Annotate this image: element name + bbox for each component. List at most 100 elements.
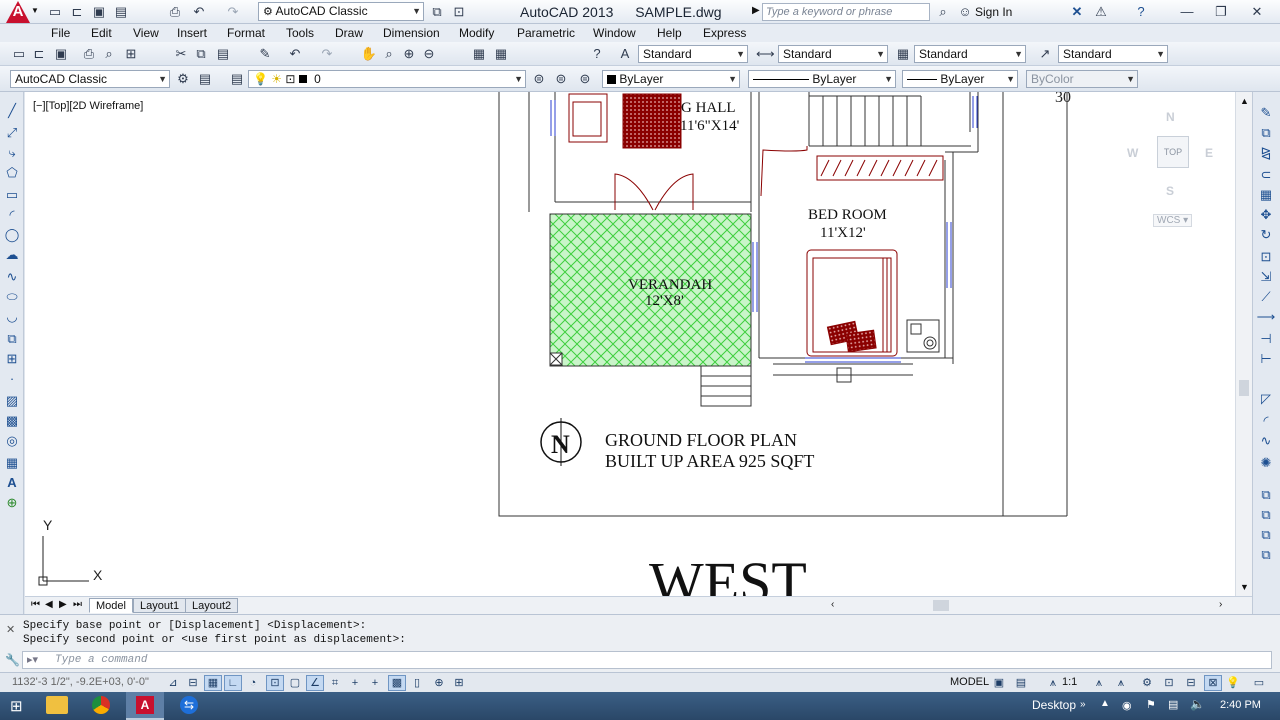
scroll-right-icon[interactable]: › xyxy=(1219,599,1222,610)
polygon-icon[interactable]: ⬠ xyxy=(2,164,22,182)
pan-icon[interactable]: ✋ xyxy=(360,45,378,63)
mtext-icon[interactable]: A xyxy=(2,474,22,492)
offset-icon[interactable]: ⊂ xyxy=(1256,166,1276,184)
polyline-icon[interactable]: ⤷ xyxy=(2,144,22,162)
minimize-icon[interactable]: — xyxy=(1178,3,1196,21)
menu-help[interactable]: Help xyxy=(657,26,682,40)
text-style-select[interactable]: Standard ▼ xyxy=(638,45,748,63)
menu-window[interactable]: Window xyxy=(593,26,636,40)
tray-flag-icon[interactable]: ⚑ xyxy=(1146,698,1156,711)
menu-format[interactable]: Format xyxy=(227,26,265,40)
zoom-realtime-icon[interactable]: ⌕ xyxy=(380,45,398,63)
trim-icon[interactable]: ⟋ xyxy=(1256,288,1276,306)
expand-arrow-icon[interactable]: ▶ xyxy=(752,5,760,16)
volume-icon[interactable]: 🔈 xyxy=(1190,697,1205,711)
clock-time[interactable]: 2:40 PM xyxy=(1220,699,1261,711)
plotstyle-select[interactable]: ByColor ▼ xyxy=(1026,70,1138,88)
connect-icon[interactable]: ⚠ xyxy=(1092,3,1110,21)
layer-manager-icon[interactable]: ▤ xyxy=(228,70,246,88)
vertical-scrollbar[interactable]: ▲ ▼ xyxy=(1235,92,1252,596)
point-icon[interactable]: · xyxy=(2,370,22,388)
table-style-select[interactable]: Standard ▼ xyxy=(914,45,1026,63)
tray-arrows-icon[interactable]: » xyxy=(1080,699,1086,710)
hatch-icon[interactable]: ▨ xyxy=(2,392,22,410)
layer-previous-icon[interactable]: ⊜ xyxy=(552,70,570,88)
chamfer-icon[interactable]: ◸ xyxy=(1256,390,1276,408)
blend-icon[interactable]: ∿ xyxy=(1256,432,1276,450)
tab-last-icon[interactable]: ⏭ xyxy=(73,599,82,610)
menu-dimension[interactable]: Dimension xyxy=(383,26,440,40)
chrome-icon[interactable] xyxy=(92,696,110,714)
scroll-down-icon[interactable]: ▼ xyxy=(1240,582,1249,592)
design-center-icon[interactable]: ▦ xyxy=(492,45,510,63)
explode-icon[interactable]: ✺ xyxy=(1256,454,1276,472)
construction-line-icon[interactable]: ⤢ xyxy=(2,124,22,142)
drawing-canvas[interactable]: [−][Top][2D Wireframe] 30 G HALL 11'6"X1… xyxy=(25,92,1235,596)
menu-modify[interactable]: Modify xyxy=(459,26,494,40)
zoom-window-icon[interactable]: ⊕ xyxy=(400,45,418,63)
3d-osnap-icon[interactable]: ▢ xyxy=(286,675,304,691)
customize-icon[interactable]: 🔧 xyxy=(5,653,20,667)
menu-view[interactable]: View xyxy=(133,26,159,40)
ortho-mode-icon[interactable]: ∟ xyxy=(224,675,242,691)
new-file-icon[interactable]: ▭ xyxy=(46,3,64,21)
horizontal-scrollbar[interactable]: ‹ › xyxy=(829,599,1229,612)
arc-icon[interactable]: ◜ xyxy=(2,206,22,224)
open-folder-icon[interactable]: ⊏ xyxy=(30,45,48,63)
match-properties-icon[interactable]: ✎ xyxy=(256,45,274,63)
region-icon[interactable]: ◎ xyxy=(2,432,22,450)
text-style-icon[interactable]: A xyxy=(616,45,634,63)
undo-icon[interactable]: ↶ xyxy=(190,3,208,21)
ellipse-icon[interactable]: ⬭ xyxy=(2,288,22,306)
tab-layout1[interactable]: Layout1 xyxy=(133,598,187,613)
workspace-select[interactable]: ⚙ AutoCAD Classic ▼ xyxy=(258,2,424,21)
model-space-button[interactable]: MODEL xyxy=(950,676,989,688)
object-snap-tracking-icon[interactable]: ∠ xyxy=(306,675,324,691)
cut-icon[interactable]: ✂ xyxy=(172,45,190,63)
share-icon[interactable]: ⧉ xyxy=(428,3,446,21)
compass-north[interactable]: N xyxy=(1166,110,1175,124)
insert-block-icon[interactable]: ⧉ xyxy=(2,330,22,348)
auto-scale-icon[interactable]: ⩚ xyxy=(1112,675,1130,691)
erase-icon[interactable]: ✎ xyxy=(1256,104,1276,122)
plot-icon[interactable]: ⊡ xyxy=(450,3,468,21)
mleader-style-select[interactable]: Standard ▼ xyxy=(1058,45,1168,63)
make-block-icon[interactable]: ⊞ xyxy=(2,350,22,368)
menu-insert[interactable]: Insert xyxy=(177,26,207,40)
app-menu-button[interactable]: A ▼ xyxy=(2,0,39,24)
array-icon[interactable]: ▦ xyxy=(1256,186,1276,204)
linetype-select[interactable]: ByLayer ▼ xyxy=(748,70,896,88)
publish-icon[interactable]: ⊞ xyxy=(122,45,140,63)
help-icon[interactable]: ? xyxy=(1132,3,1150,21)
restore-icon[interactable]: ❐ xyxy=(1212,3,1230,21)
scroll-thumb[interactable] xyxy=(1239,380,1249,396)
save-as-icon[interactable]: ▤ xyxy=(112,3,130,21)
workspace-switching-icon[interactable]: ⚙ xyxy=(1138,675,1156,691)
menu-express[interactable]: Express xyxy=(703,26,746,40)
object-snap-icon[interactable]: ⊡ xyxy=(266,675,284,691)
tray-up-icon[interactable]: ▲ xyxy=(1100,698,1110,709)
line-icon[interactable]: ╱ xyxy=(2,102,22,120)
print-icon[interactable]: ⎙ xyxy=(80,45,98,63)
quick-view-drawings-icon[interactable]: ▤ xyxy=(1012,675,1030,691)
table-style-icon[interactable]: ▦ xyxy=(894,45,912,63)
bring-front-icon[interactable]: ⧉ xyxy=(1256,506,1276,524)
h-scroll-thumb[interactable] xyxy=(933,600,949,611)
menu-file[interactable]: File xyxy=(51,26,70,40)
selection-cycling-icon[interactable]: ⊕ xyxy=(430,675,448,691)
properties-icon[interactable]: ▦ xyxy=(470,45,488,63)
menu-tools[interactable]: Tools xyxy=(286,26,314,40)
transparency-icon[interactable]: ▩ xyxy=(388,675,406,691)
print-icon[interactable]: ⎙ xyxy=(166,3,184,21)
sign-in-link[interactable]: Sign In xyxy=(975,5,1012,19)
dim-style-select[interactable]: Standard ▼ xyxy=(778,45,888,63)
close-icon[interactable]: ✕ xyxy=(1248,3,1266,21)
color-select[interactable]: ByLayer ▼ xyxy=(602,70,740,88)
gradient-icon[interactable]: ▩ xyxy=(2,412,22,430)
isolate-objects-icon[interactable]: ⊠ xyxy=(1204,675,1222,691)
compass-west[interactable]: W xyxy=(1127,146,1138,160)
add-selected-icon[interactable]: ⊕ xyxy=(2,494,22,512)
dynamic-input-icon[interactable]: + xyxy=(346,675,364,691)
move-icon[interactable]: ✥ xyxy=(1256,206,1276,224)
file-explorer-icon[interactable] xyxy=(46,696,68,714)
